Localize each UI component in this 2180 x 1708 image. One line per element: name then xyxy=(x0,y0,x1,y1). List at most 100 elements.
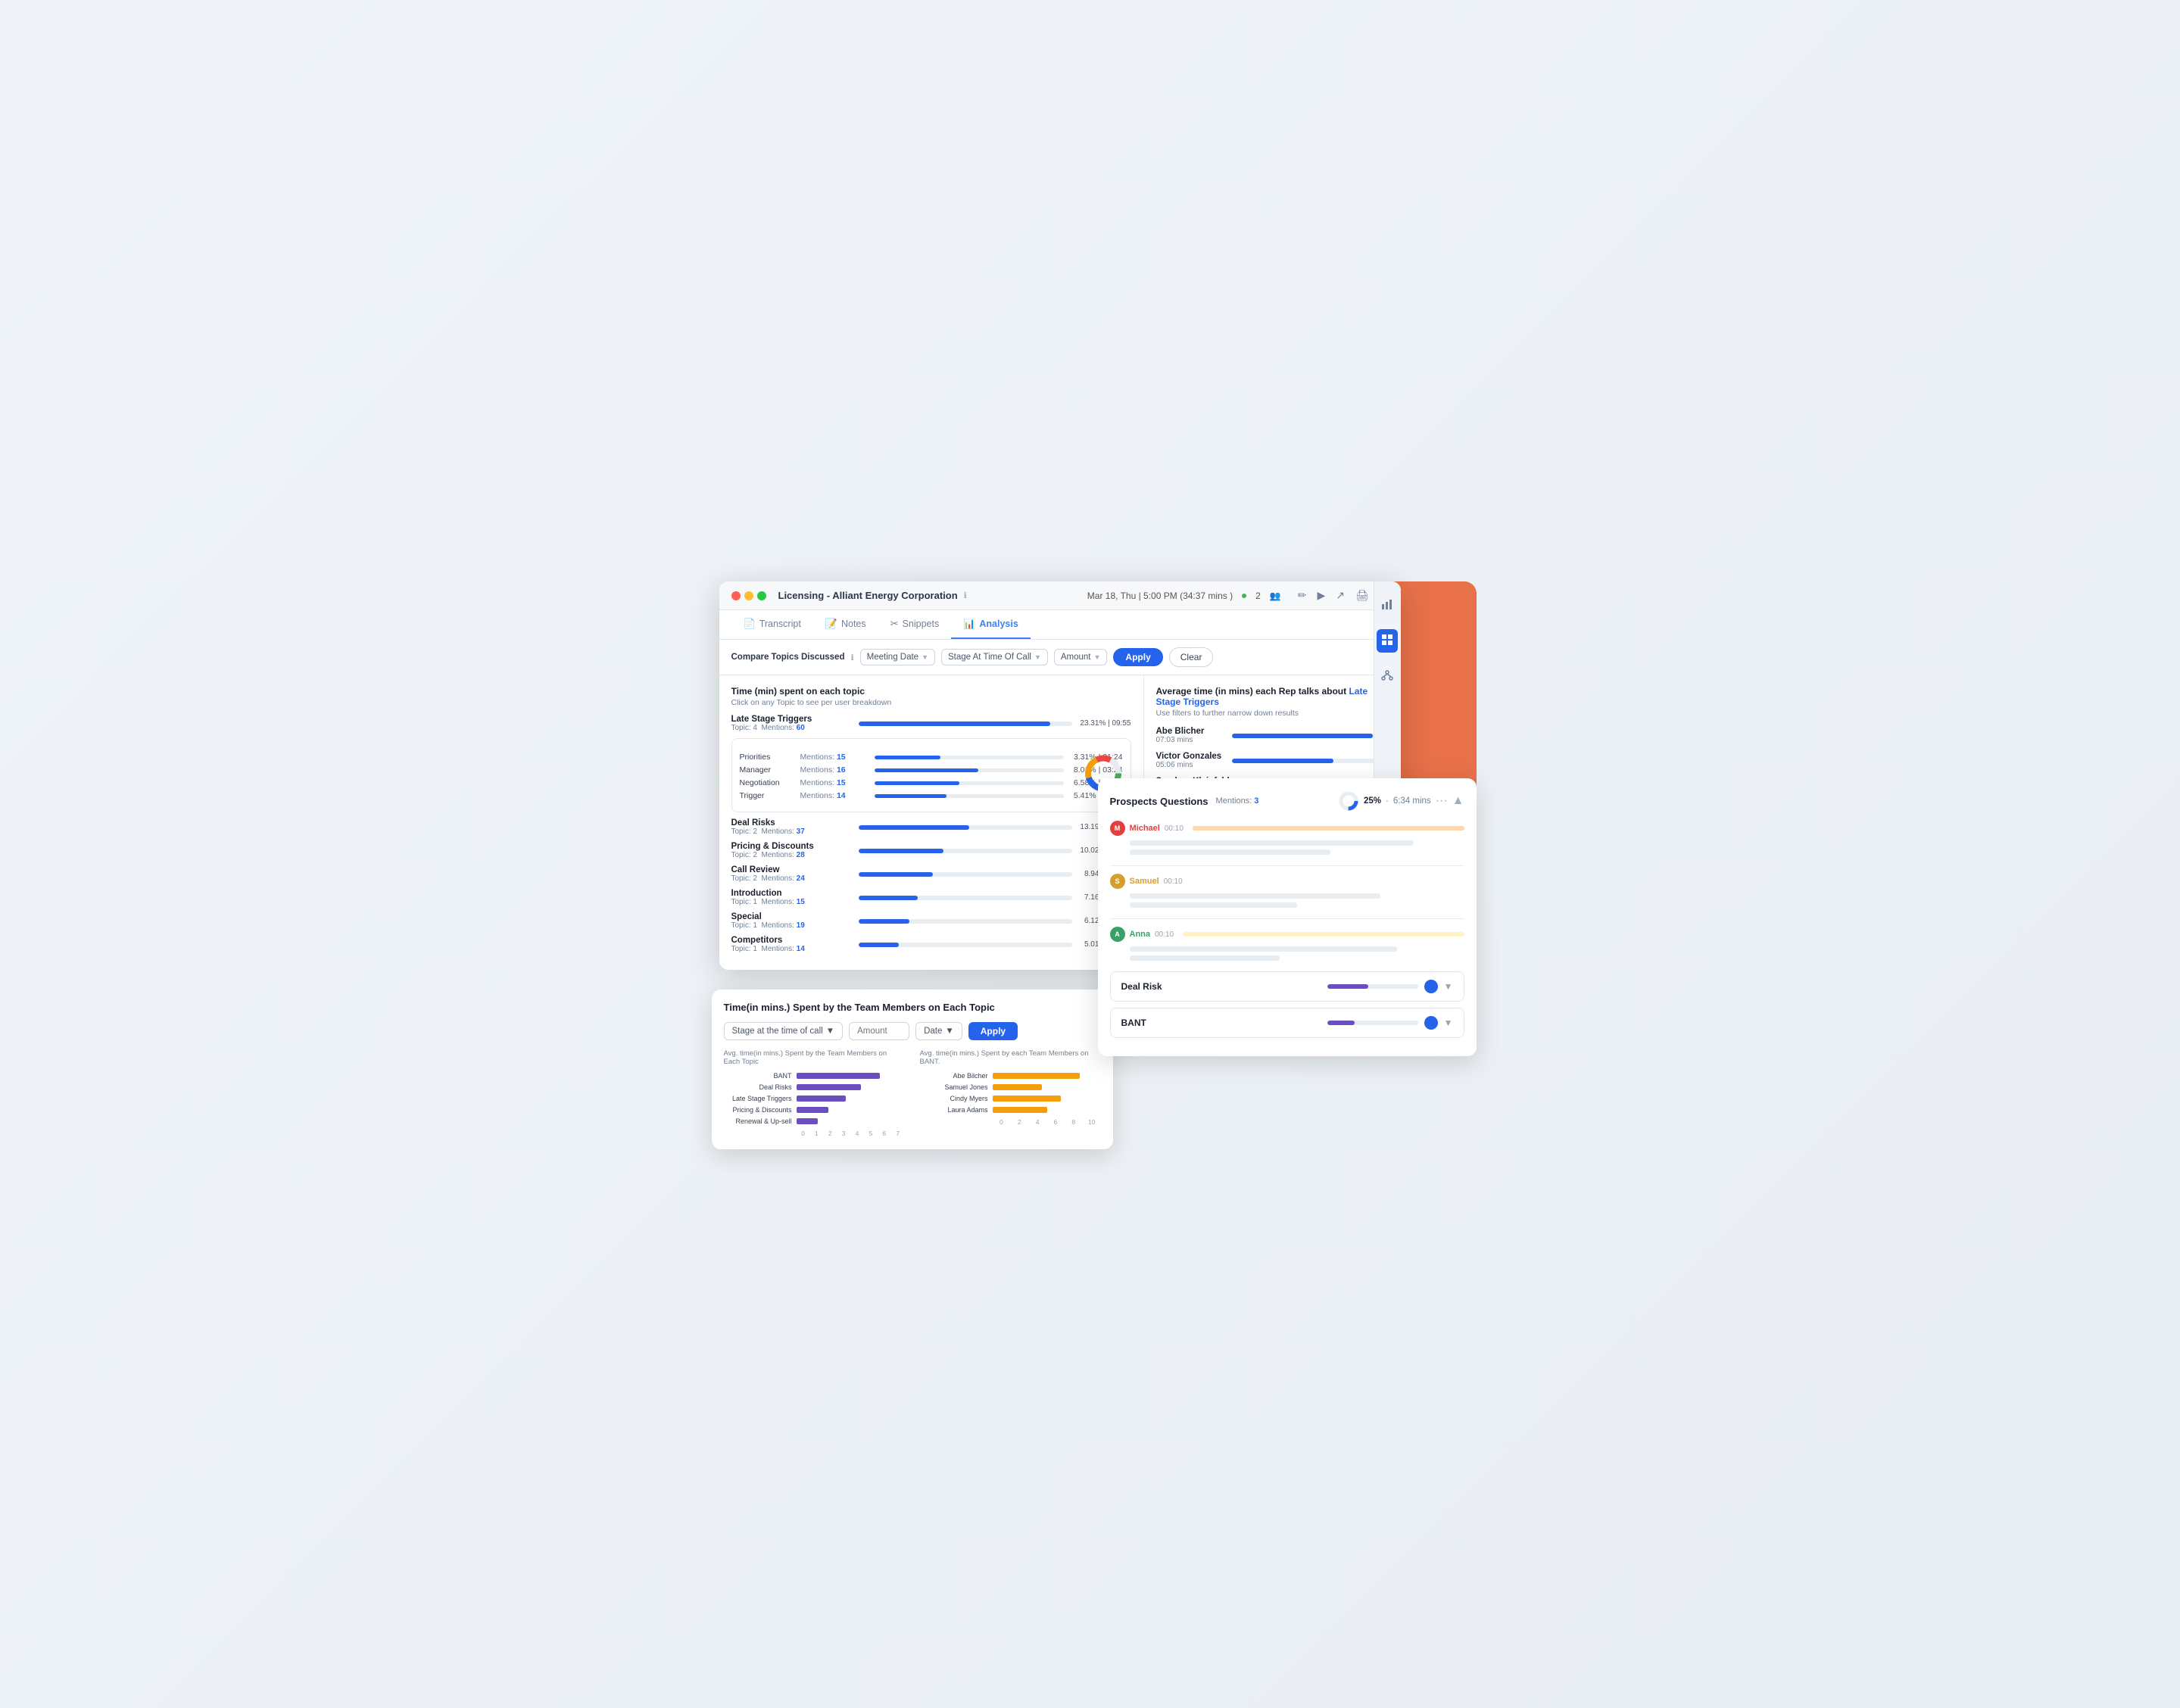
divider-1 xyxy=(1110,865,1464,866)
tab-snippets[interactable]: ✂ Snippets xyxy=(878,610,952,639)
meeting-date-filter[interactable]: Meeting Date ▼ xyxy=(860,649,935,665)
subtopic-name-priorities: Priorities xyxy=(740,753,800,762)
subtopic-mentions-priorities: Mentions: 15 xyxy=(800,753,869,762)
divider-2 xyxy=(1110,918,1464,919)
tab-analysis[interactable]: 📊 Analysis xyxy=(951,610,1031,639)
speaker-name-samuel: Samuel xyxy=(1130,877,1159,886)
topic-bar-fill-late-stage xyxy=(859,722,1051,726)
right-section-title: Average time (in mins) each Rep talks ab… xyxy=(1156,686,1389,707)
maximize-window-btn[interactable] xyxy=(757,591,766,600)
window-controls xyxy=(731,591,766,600)
topic-name-late-stage: Late Stage Triggers xyxy=(731,715,853,724)
mini-card-bant[interactable]: BANT ▼ xyxy=(1110,1008,1464,1038)
left-panel: Time (min) spent on each topic Click on … xyxy=(719,675,1143,970)
topic-row-pricing[interactable]: Pricing & Discounts Topic: 2 Mentions: 2… xyxy=(731,842,1131,859)
topic-meta-late-stage: Topic: 4 Mentions: 60 xyxy=(731,724,853,732)
topic-row-introduction[interactable]: Introduction Topic: 1 Mentions: 15 7.16%… xyxy=(731,889,1131,906)
tab-analysis-label: Analysis xyxy=(979,619,1018,629)
close-window-btn[interactable] xyxy=(731,591,741,600)
tab-transcript[interactable]: 📄 Transcript xyxy=(731,610,813,639)
date-filter[interactable]: Date ▼ xyxy=(915,1022,962,1040)
mini-card-deal-risk[interactable]: Deal Risk ▼ xyxy=(1110,971,1464,1002)
highlight-link[interactable]: Late Stage Triggers xyxy=(1156,686,1368,707)
print-icon[interactable]: 🖨 xyxy=(1355,589,1369,602)
minimize-window-btn[interactable] xyxy=(744,591,753,600)
stage-time-filter[interactable]: Stage at the time of call ▼ xyxy=(724,1022,844,1040)
speaker-name-michael: Michael xyxy=(1130,824,1160,833)
bar-renewal: Renewal & Up-sell xyxy=(724,1117,905,1125)
topic-row-call-review[interactable]: Call Review Topic: 2 Mentions: 24 8.94% … xyxy=(731,865,1131,883)
edit-icon[interactable]: ✏ xyxy=(1298,589,1307,602)
pq-expand-button[interactable]: ▲ xyxy=(1452,794,1464,808)
share-icon[interactable]: ↗ xyxy=(1336,589,1345,602)
participants-count: 2 xyxy=(1255,591,1261,601)
speaker-time-anna: 00:10 xyxy=(1155,930,1174,939)
stage-time-label: Stage at the time of call xyxy=(732,1027,823,1036)
stage-filter[interactable]: Stage At Time Of Call ▼ xyxy=(941,649,1048,665)
stage-filter-arrow: ▼ xyxy=(1034,653,1041,661)
transcript-michael: M Michael 00:10 xyxy=(1110,821,1464,855)
sidebar-icon-bar-chart[interactable] xyxy=(1377,594,1398,617)
amount-filter[interactable]: Amount ▼ xyxy=(1054,649,1108,665)
subtopic-bar-negotiation xyxy=(875,781,1064,785)
right-mini-chart: Avg. time(in mins.) Spent by each Team M… xyxy=(920,1049,1101,1137)
title-bar-right: Mar 18, Thu | 5:00 PM (34:37 mins ) 2 👥 … xyxy=(1087,589,1389,602)
tab-snippets-label: Snippets xyxy=(903,619,940,629)
subtopic-name-manager: Manager xyxy=(740,765,800,775)
analysis-tab-icon: 📊 xyxy=(963,618,975,630)
transcript-lines-anna xyxy=(1110,946,1464,961)
bant-arrow[interactable]: ▼ xyxy=(1444,1018,1453,1028)
pq-header: Prospects Questions Mentions: 3 25% · 6:… xyxy=(1110,790,1464,812)
amount-filter-label: Amount xyxy=(1061,653,1091,662)
topic-meta-deal-risks: Topic: 2 Mentions: 37 xyxy=(731,828,853,836)
bar-late-stage: Late Stage Triggers xyxy=(724,1095,905,1102)
info-icon[interactable]: ℹ xyxy=(964,591,967,600)
overlay-apply-button[interactable]: Apply xyxy=(968,1022,1018,1040)
sidebar-icon-network[interactable] xyxy=(1377,665,1398,688)
clear-button[interactable]: Clear xyxy=(1169,647,1214,667)
sidebar-icon-grid[interactable] xyxy=(1377,629,1398,653)
stage-filter-label: Stage At Time Of Call xyxy=(948,653,1031,662)
meeting-date-arrow: ▼ xyxy=(922,653,928,661)
stage-time-arrow: ▼ xyxy=(826,1027,834,1036)
subtopic-mentions-negotiation: Mentions: 15 xyxy=(800,778,869,787)
subtopic-mentions-trigger: Mentions: 14 xyxy=(800,791,869,800)
apply-button[interactable]: Apply xyxy=(1113,648,1162,666)
topic-row-special[interactable]: Special Topic: 1 Mentions: 19 6.12% | 02… xyxy=(731,912,1131,930)
bar-cindy: Cindy Myers xyxy=(920,1095,1101,1102)
anna-highlight-bar xyxy=(1183,932,1464,937)
rep-row-victor: Victor Gonzales 05:06 mins xyxy=(1156,752,1389,769)
datetime-label: Mar 18, Thu | 5:00 PM (34:37 mins ) xyxy=(1087,591,1233,601)
pq-time: 6:34 mins xyxy=(1393,796,1431,806)
pq-more-button[interactable]: ··· xyxy=(1436,794,1448,808)
play-icon[interactable]: ▶ xyxy=(1317,589,1325,602)
topic-row-competitors[interactable]: Competitors Topic: 1 Mentions: 14 5.01% … xyxy=(731,936,1131,953)
mini-card-bant-title: BANT xyxy=(1121,1018,1146,1028)
pq-separator: · xyxy=(1386,796,1389,806)
date-filter-arrow: ▼ xyxy=(945,1027,953,1036)
transcript-lines-michael xyxy=(1110,840,1464,855)
compare-info-icon[interactable]: ℹ xyxy=(850,653,853,662)
amount-overlay-input[interactable] xyxy=(849,1022,909,1040)
subtopic-bar-priorities xyxy=(875,756,1064,759)
topic-row-deal-risks[interactable]: Deal Risks Topic: 2 Mentions: 37 13.19% … xyxy=(731,818,1131,836)
bar-samuel: Samuel Jones xyxy=(920,1083,1101,1091)
deal-risk-arrow[interactable]: ▼ xyxy=(1444,981,1453,992)
transcript-tab-icon: 📄 xyxy=(744,618,756,630)
topic-row-late-stage[interactable]: Late Stage Triggers Topic: 4 Mentions: 6… xyxy=(731,715,1131,732)
subtopic-mentions-manager: Mentions: 16 xyxy=(800,765,869,775)
bar-pricing: Pricing & Discounts xyxy=(724,1106,905,1114)
bar-bant: BANT xyxy=(724,1072,905,1080)
pq-mentions-count: 3 xyxy=(1254,796,1258,806)
bant-bar xyxy=(1327,1021,1418,1025)
deal-risk-dot xyxy=(1424,980,1438,993)
deal-risk-bar xyxy=(1327,984,1418,989)
bar-laura: Laura Adams xyxy=(920,1106,1101,1114)
speaker-row-anna: A Anna 00:10 xyxy=(1110,927,1464,942)
rep-row-abe: Abe Blicher 07:03 mins xyxy=(1156,727,1389,744)
pq-title: Prospects Questions xyxy=(1110,796,1209,807)
mini-card-deal-risk-right: ▼ xyxy=(1327,980,1453,993)
left-chart-title: Avg. time(in mins.) Spent by the Team Me… xyxy=(724,1049,905,1066)
topic-stat-late-stage: 23.31% | 09:55 xyxy=(1078,719,1131,728)
tab-notes[interactable]: 📝 Notes xyxy=(813,610,878,639)
